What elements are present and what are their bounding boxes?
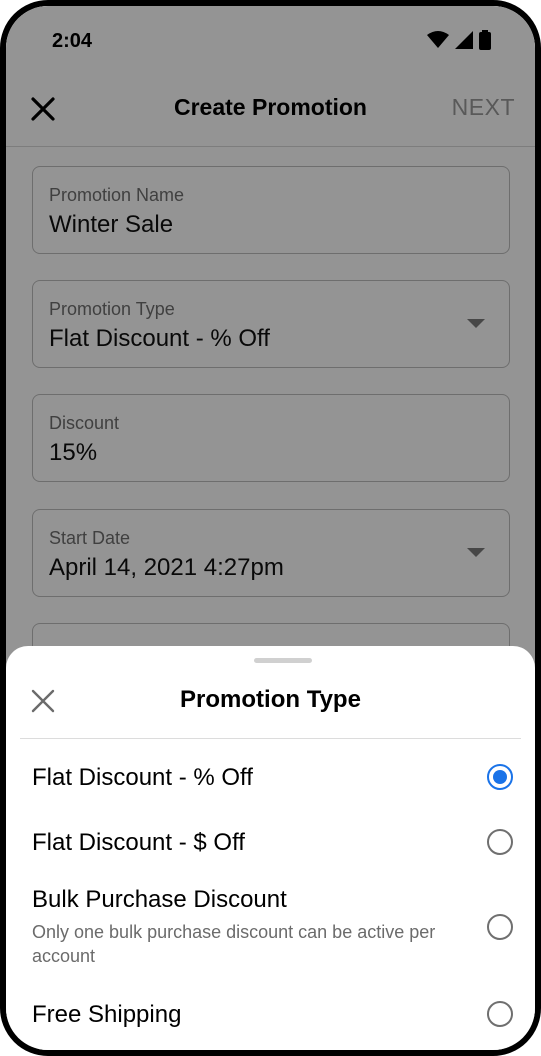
radio-selected[interactable] xyxy=(487,764,513,790)
option-label: Flat Discount - $ Off xyxy=(32,829,245,856)
promotion-type-sheet: Promotion Type Flat Discount - % Off Fla… xyxy=(6,646,535,1050)
option-label: Flat Discount - % Off xyxy=(32,764,253,791)
sheet-title: Promotion Type xyxy=(180,686,361,713)
screen: 2:04 Create Promotion NEXT Promotion Nam… xyxy=(6,6,535,1050)
divider xyxy=(20,738,521,739)
phone-frame: 2:04 Create Promotion NEXT Promotion Nam… xyxy=(0,0,541,1056)
radio-unselected[interactable] xyxy=(487,914,513,940)
radio-unselected[interactable] xyxy=(487,829,513,855)
option-bulk-purchase[interactable]: Bulk Purchase Discount Only one bulk pur… xyxy=(6,880,535,970)
option-flat-percent[interactable]: Flat Discount - % Off xyxy=(6,756,535,802)
option-label: Bulk Purchase Discount xyxy=(32,886,287,913)
radio-unselected[interactable] xyxy=(487,1001,513,1027)
option-label: Free Shipping xyxy=(32,1001,182,1028)
option-flat-dollar[interactable]: Flat Discount - $ Off xyxy=(6,821,535,867)
option-free-shipping[interactable]: Free Shipping xyxy=(6,993,535,1039)
drag-handle[interactable] xyxy=(254,658,312,663)
option-description: Only one bulk purchase discount can be a… xyxy=(32,922,436,966)
